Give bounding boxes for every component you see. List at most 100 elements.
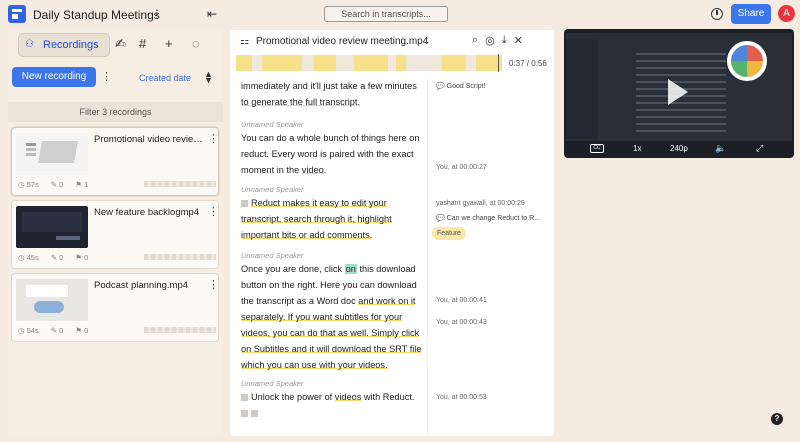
tab-recordings-label: Recordings xyxy=(43,39,99,51)
tag-count: 0 xyxy=(84,326,89,335)
volume-icon[interactable]: 🔈 xyxy=(715,143,726,154)
comment-timestamp: You, at 00:00:27 xyxy=(436,164,487,171)
recording-thumbnail xyxy=(16,133,88,175)
video-frame-graphic xyxy=(727,41,767,81)
transcript-paragraph[interactable]: Unlock the power of videos with Reduct. xyxy=(241,389,425,421)
play-icon[interactable] xyxy=(668,79,688,105)
paragraph-marker-icon xyxy=(241,200,248,207)
transcript-paragraph[interactable]: Once you are done, click on this downloa… xyxy=(241,261,425,373)
sort-dropdown[interactable]: Created date xyxy=(139,73,191,83)
recording-progress-bar xyxy=(144,327,216,333)
transcript-line: this download xyxy=(356,264,416,274)
comment-text: Can we change Reduct to R... xyxy=(446,215,541,222)
comment-timestamp: You, at 00:00:53 xyxy=(436,394,487,401)
history-icon[interactable] xyxy=(711,8,723,20)
app-logo[interactable] xyxy=(8,5,26,23)
transcript-line: . xyxy=(323,165,327,175)
highlighted-word: videos xyxy=(334,392,362,402)
transcript-line: the transcript as a Word doc xyxy=(241,296,359,306)
transcript-timeline[interactable] xyxy=(236,55,502,71)
quality-button[interactable]: 240p xyxy=(670,144,688,153)
comment-timestamp: yashant gyawali, at 00:00:29 xyxy=(436,200,525,207)
collapse-sidebar-icon[interactable]: ⇤ xyxy=(207,7,217,21)
comment-timestamp: You, at 00:00:41 xyxy=(436,297,487,304)
transcript-line: reduct. Every word is paired with the ex… xyxy=(241,149,414,159)
transcript-line: on Subtitles and it will download the SR… xyxy=(241,344,422,354)
transcript-line: You can do a whole bunch of things here … xyxy=(241,133,420,143)
highlight-count: 0 xyxy=(59,253,64,262)
list-item[interactable]: New feature backlogmp4 ⋮ ◷ 45s ✎ 0 ⚑ 0 xyxy=(11,200,219,269)
transcript-line: Reduct makes it easy to edit your xyxy=(251,198,387,208)
new-recording-menu-icon[interactable]: ⋮ xyxy=(101,70,112,83)
list-item[interactable]: Podcast planning.mp4 ⋮ ◷ 54s ✎ 0 ⚑ 0 xyxy=(11,273,219,342)
video-player[interactable]: CC 1x 240p 🔈 ⤢ xyxy=(564,29,794,158)
recordings-panel: ⚇ Recordings ✍ # + ◌ New recording ⋮ Cre… xyxy=(8,30,223,436)
captions-button[interactable]: CC xyxy=(590,144,604,153)
transcript-paragraph[interactable]: Reduct makes it easy to edit your transc… xyxy=(241,195,425,243)
tag-badge[interactable]: Feature xyxy=(432,227,466,240)
video-frame-sidebar xyxy=(566,39,598,139)
speaker-label[interactable]: Unnamed Speaker xyxy=(241,185,304,194)
comment-item[interactable]: 💬 Can we change Reduct to R... xyxy=(436,214,540,222)
transcript-line: Once you are done, click xyxy=(241,264,345,274)
comment-icon[interactable]: ◎ xyxy=(485,34,495,47)
list-item[interactable]: Promotional video review... ⋮ ◷ 57s ✎ 0 … xyxy=(11,127,219,196)
chevron-down-icon[interactable]: ⌄ xyxy=(423,36,431,47)
recording-title: Promotional video review... xyxy=(94,134,206,145)
duration-text: 45s xyxy=(26,253,39,262)
column-divider xyxy=(427,78,428,436)
download-icon[interactable]: ⤓ xyxy=(502,34,507,47)
comment-item[interactable]: 💬 Good Script! xyxy=(436,82,486,90)
transcript-line: moment in the xyxy=(241,165,302,175)
sort-order-icon[interactable]: ▲ ▼ xyxy=(204,70,213,85)
paragraph-marker-icon xyxy=(241,410,248,417)
transcript-line: important bits or add comments. xyxy=(241,230,373,240)
close-icon[interactable]: ✕ xyxy=(514,34,523,47)
recording-title: New feature backlogmp4 xyxy=(94,207,200,218)
transcript-toolbar: ⌕ ◎ ⤓ ✕ xyxy=(472,34,523,47)
transcript-paragraph[interactable]: You can do a whole bunch of things here … xyxy=(241,130,425,178)
avatar[interactable]: A xyxy=(778,5,795,22)
playback-speed-button[interactable]: 1x xyxy=(633,144,641,153)
more-options-icon[interactable]: ⋮ xyxy=(151,7,163,21)
speaker-label[interactable]: Unnamed Speaker xyxy=(241,379,304,388)
transcript-paragraph[interactable]: immediately and it'll just take a few mi… xyxy=(241,78,425,110)
tag-count-icon: ⚑ xyxy=(75,180,83,189)
recording-menu-icon[interactable]: ⋮ xyxy=(208,205,219,218)
highlight-count-icon: ✎ xyxy=(50,180,58,189)
new-recording-button[interactable]: New recording xyxy=(12,67,96,87)
filter-bar[interactable]: Filter 3 recordings xyxy=(8,102,223,122)
plus-icon[interactable]: + xyxy=(165,37,173,51)
transcript-line: which you can use with your videos. xyxy=(241,360,388,370)
recording-progress-bar xyxy=(144,181,216,187)
tab-recordings[interactable]: ⚇ Recordings xyxy=(18,33,110,57)
comment-text: Good Script! xyxy=(446,83,486,90)
tag-count: 1 xyxy=(84,180,89,189)
page-title: Daily Standup Meetings xyxy=(33,8,160,22)
search-input[interactable]: Search in transcripts... xyxy=(324,6,448,22)
tag-count-icon: ⚑ xyxy=(75,253,83,262)
recording-menu-icon[interactable]: ⋮ xyxy=(208,278,219,291)
comment-timestamp: You, at 00:00:43 xyxy=(436,319,487,326)
clock-icon: ◷ xyxy=(18,326,25,335)
speaker-label[interactable]: Unnamed Speaker xyxy=(241,120,304,129)
comment-icon: 💬 xyxy=(436,215,445,222)
speaker-label[interactable]: Unnamed Speaker xyxy=(241,251,304,260)
highlight-count-icon: ✎ xyxy=(50,253,58,262)
highlight-count: 0 xyxy=(59,326,64,335)
share-button[interactable]: Share xyxy=(731,4,771,24)
playhead[interactable] xyxy=(498,54,499,72)
help-button[interactable]: ? xyxy=(771,413,783,425)
transcript-line: separately. If you want subtitles for yo… xyxy=(241,312,403,322)
highlight-count-icon: ✎ xyxy=(50,326,58,335)
highlight-icon[interactable]: ✍ xyxy=(115,37,126,51)
recording-menu-icon[interactable]: ⋮ xyxy=(208,132,219,145)
transcript-file-name[interactable]: Promotional video review meeting.mp4 xyxy=(256,36,428,47)
fullscreen-icon[interactable]: ⤢ xyxy=(756,143,763,154)
paragraph-marker-icon xyxy=(251,410,258,417)
transcript-line: transcript, search through it, highlight xyxy=(241,214,392,224)
hashtag-icon[interactable]: # xyxy=(139,37,146,51)
comment-search-icon[interactable]: ◌ xyxy=(192,37,200,51)
recording-thumbnail xyxy=(16,279,88,321)
search-icon[interactable]: ⌕ xyxy=(472,34,478,47)
